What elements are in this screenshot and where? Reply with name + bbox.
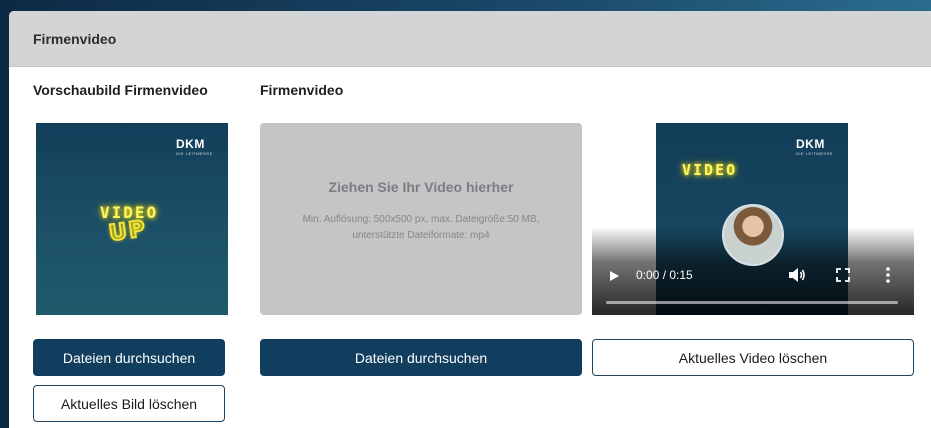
dkm-logo: DKM DIE LEITMESSE [176, 137, 213, 156]
delete-image-button[interactable]: Aktuelles Bild löschen [33, 385, 225, 422]
fullscreen-icon[interactable] [836, 268, 850, 282]
thumbnail-subheadline: UP [106, 215, 149, 247]
more-options-icon[interactable] [886, 267, 890, 283]
company-video-panel: Firmenvideo Vorschaubild Firmenvideo DKM… [9, 11, 931, 428]
browse-video-button[interactable]: Dateien durchsuchen [260, 339, 582, 376]
video-progress-bar[interactable] [606, 301, 898, 304]
video-dropzone[interactable]: Ziehen Sie Ihr Video hierher Min. Auflös… [260, 123, 582, 315]
preview-thumbnail: DKM DIE LEITMESSE VIDEO UP [36, 123, 228, 315]
video-column-title: Firmenvideo [260, 82, 344, 98]
volume-icon[interactable] [788, 267, 806, 283]
dropzone-title: Ziehen Sie Ihr Video hierher [328, 179, 514, 195]
video-dkm-logo: DKM DIE LEITMESSE [796, 137, 833, 156]
dropzone-hint: Min. Auflösung: 500x500 px, max. Dateigr… [302, 214, 540, 241]
play-icon[interactable] [610, 271, 619, 281]
delete-video-button[interactable]: Aktuelles Video löschen [592, 339, 914, 376]
video-controls: 0:00 / 0:15 [592, 259, 914, 315]
panel-header: Firmenvideo [9, 11, 931, 67]
browse-image-button[interactable]: Dateien durchsuchen [33, 339, 225, 376]
panel-title: Firmenvideo [33, 30, 117, 47]
video-player[interactable]: DKM DIE LEITMESSE VIDEO 0:00 / 0:15 [592, 123, 914, 315]
speaker-avatar [722, 204, 784, 266]
video-overlay-text: VIDEO [682, 161, 738, 179]
video-time: 0:00 / 0:15 [636, 268, 693, 282]
preview-column-title: Vorschaubild Firmenvideo [33, 82, 208, 98]
